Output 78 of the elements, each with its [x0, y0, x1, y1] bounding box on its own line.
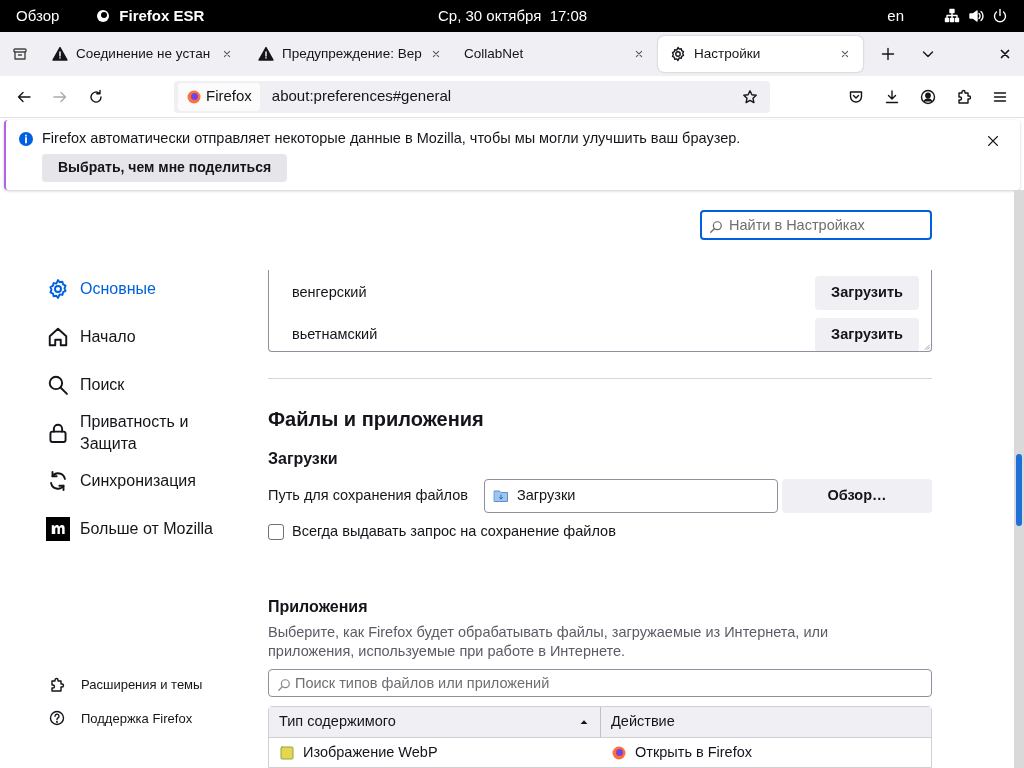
firefox-logo-icon — [611, 744, 627, 761]
info-icon — [18, 130, 34, 147]
keyboard-layout-indicator[interactable]: en — [887, 4, 904, 28]
field-label: Путь для сохранения файлов — [268, 486, 469, 506]
browser-tab[interactable]: Соединение не устан — [40, 36, 245, 72]
close-icon — [839, 48, 851, 60]
warning-icon — [258, 46, 274, 62]
search-icon — [709, 220, 723, 234]
download-folder-field[interactable]: Загрузки — [484, 479, 778, 514]
subsection-heading: Приложения — [268, 596, 369, 617]
scrollbar[interactable] — [1014, 190, 1024, 768]
column-header[interactable]: Действие — [601, 707, 931, 737]
puzzle-icon — [49, 676, 65, 693]
browser-tab[interactable]: CollabNet — [452, 36, 657, 72]
column-header[interactable]: Тип содержимого — [269, 707, 601, 737]
volume-icon — [968, 8, 984, 24]
extensions-icon — [956, 88, 972, 105]
language-name: венгерский — [292, 283, 368, 303]
notification-message: Firefox автоматически отправляет некоторые данные в Mozilla, чтобы мы могли улучшить ваш браузер. — [42, 129, 741, 148]
gear-icon — [47, 278, 69, 300]
download-icon — [884, 88, 900, 105]
tab-title: CollabNet — [464, 44, 524, 63]
star-icon — [742, 88, 758, 105]
download-button[interactable]: Загрузить — [815, 276, 919, 311]
search-icon — [47, 374, 69, 396]
browser-tab[interactable]: Настройки — [658, 36, 863, 72]
account-icon — [920, 88, 936, 105]
activities-button[interactable]: Обзор — [16, 4, 60, 28]
sidebar-item[interactable]: Начало — [46, 313, 268, 361]
choose-data-button[interactable]: Выбрать, чем мне поделиться — [42, 153, 288, 182]
close-window-icon — [998, 47, 1012, 61]
image-file-icon — [279, 744, 295, 761]
tab-title: Соединение не устан — [76, 44, 211, 63]
lock-icon — [47, 422, 69, 444]
table-cell-text: Изображение WebP — [303, 742, 438, 762]
tab-title: Настройки — [694, 44, 761, 63]
home-icon — [47, 326, 69, 348]
address-bar[interactable]: Firefox about:preferences#general — [174, 80, 770, 113]
gear-icon — [670, 46, 686, 62]
sidebar-item[interactable]: Больше от Mozilla — [46, 505, 268, 553]
power-icon — [992, 8, 1008, 24]
always-ask-checkbox[interactable]: Всегда выдавать запрос на сохранение файлов — [268, 521, 932, 543]
network-icon — [944, 8, 960, 24]
help-icon — [49, 710, 65, 727]
close-icon — [986, 134, 1000, 148]
sidebar-link[interactable]: Расширения и темы — [46, 675, 268, 695]
reload-icon — [88, 88, 104, 105]
close-icon — [221, 48, 233, 60]
sidebar-item[interactable]: Синхронизация — [46, 457, 268, 505]
section-heading: Файлы и приложения — [268, 407, 485, 432]
search-field[interactable]: Найти в Настройках — [700, 210, 932, 241]
browser-tab[interactable]: Предупреждение: Вер — [246, 36, 451, 72]
description-text: Выберите, как Firefox будет обрабатывать файлы, загружаемые из Интернета, или приложения, используемые при работе в Интернете. — [268, 622, 830, 661]
close-icon — [633, 48, 645, 60]
language-name: вьетнамский — [292, 325, 379, 345]
sidebar-item[interactable]: Поиск — [46, 361, 268, 409]
search-icon — [277, 677, 291, 692]
tab-overview-icon — [12, 46, 28, 62]
url-text: about:preferences#general — [271, 86, 453, 107]
tab-title: Предупреждение: Вер — [282, 44, 422, 63]
download-button[interactable]: Загрузить — [815, 318, 919, 352]
new-tab-icon — [880, 46, 896, 62]
sidebar-link[interactable]: Поддержка Firefox — [46, 708, 268, 728]
firefox-icon — [95, 8, 112, 24]
pocket-icon — [848, 88, 864, 105]
sidebar-item[interactable]: Основные — [46, 265, 268, 313]
warning-icon — [52, 46, 68, 62]
app-menu-label[interactable]: Firefox ESR — [119, 4, 205, 28]
identity-button[interactable]: Firefox — [178, 82, 260, 111]
sync-icon — [47, 470, 69, 492]
browse-button[interactable]: Обзор… — [782, 479, 932, 514]
table-cell-text: Открыть в Firefox — [635, 742, 753, 762]
search-field[interactable]: Поиск типов файлов или приложений — [268, 668, 932, 697]
subsection-heading: Загрузки — [268, 449, 339, 470]
firefox-logo-icon — [186, 88, 202, 105]
sidebar-item[interactable]: Приватность и Защита — [46, 409, 268, 457]
clock[interactable]: Ср, 30 октября 17:08 — [438, 4, 588, 28]
folder-icon — [493, 488, 509, 505]
